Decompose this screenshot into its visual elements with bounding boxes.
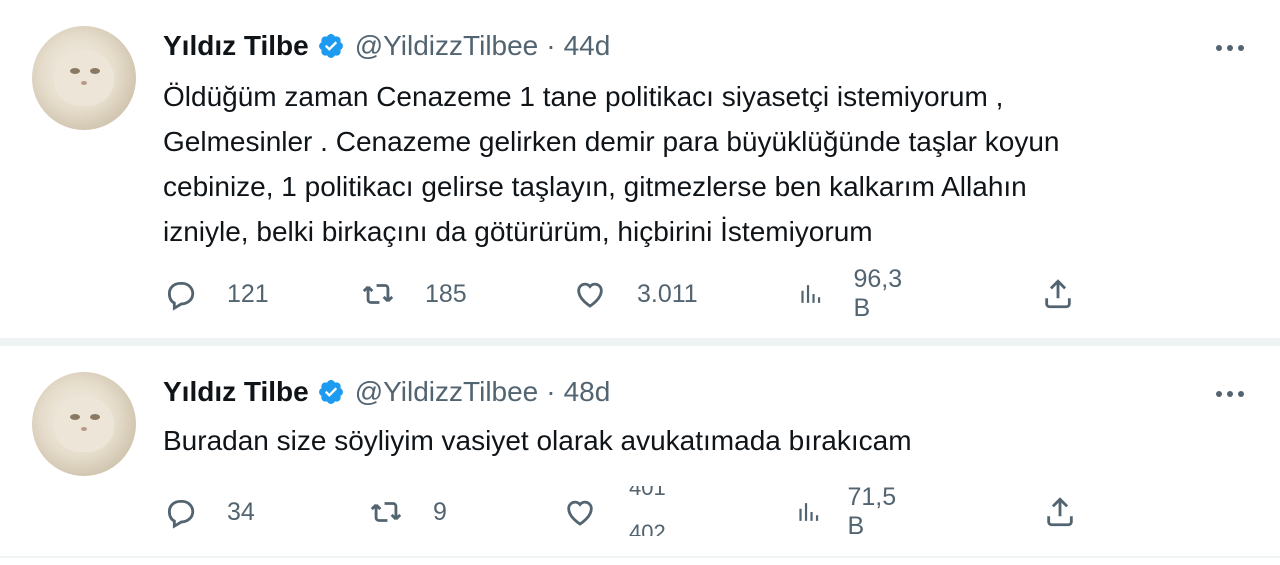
tweet-header: Yıldız Tilbe @YildizzTilbee · 44d — [163, 28, 610, 64]
verified-badge-icon — [318, 380, 343, 404]
reply-button[interactable]: 121 — [163, 274, 269, 314]
reply-count: 34 — [227, 497, 255, 526]
tweet-text-line: cebinize, 1 politikacı gelirse taşlayın,… — [163, 171, 1027, 202]
reply-button[interactable]: 34 — [163, 492, 255, 532]
tweet-text: Öldüğüm zaman Cenazeme 1 tane politikacı… — [163, 74, 1253, 254]
more-icon[interactable] — [1210, 38, 1250, 58]
share-icon — [1047, 497, 1073, 527]
retweet-icon — [362, 284, 394, 304]
like-button[interactable]: 401 402 — [563, 486, 713, 536]
share-icon — [1045, 279, 1071, 309]
tweet-text-line: Öldüğüm zaman Cenazeme 1 tane politikacı… — [163, 81, 1004, 112]
display-name[interactable]: Yıldız Tilbe — [163, 376, 309, 408]
reply-icon — [167, 281, 195, 311]
handle[interactable]: @YildizzTilbee — [355, 376, 539, 408]
views-icon — [799, 503, 819, 521]
separator: · — [546, 376, 556, 407]
retweet-button[interactable]: 9 — [369, 492, 447, 532]
views-count: 96,3 B — [853, 265, 903, 322]
retweet-count: 9 — [433, 497, 447, 526]
display-name[interactable]: Yıldız Tilbe — [163, 30, 309, 62]
reply-icon — [167, 499, 195, 529]
avatar[interactable] — [32, 372, 136, 476]
timestamp[interactable]: 48d — [564, 376, 611, 408]
timestamp[interactable]: 44d — [564, 30, 611, 62]
like-count-new: 402 — [629, 522, 666, 536]
tweet-text: Buradan size söyliyim vasiyet olarak avu… — [163, 418, 1253, 463]
like-count: 3.011 — [637, 279, 698, 308]
like-icon — [577, 282, 603, 308]
like-icon — [567, 500, 593, 526]
views-button[interactable]: 96,3 B — [797, 265, 910, 322]
tweet[interactable]: Yıldız Tilbe @YildizzTilbee · 48d Burada… — [0, 346, 1280, 565]
share-button[interactable] — [1043, 492, 1077, 532]
views-count: 71,5 B — [847, 483, 897, 540]
views-button[interactable]: 71,5 B — [795, 483, 904, 540]
more-icon[interactable] — [1210, 384, 1250, 404]
retweet-count: 185 — [425, 279, 467, 308]
separator: · — [546, 30, 556, 61]
bottom-divider — [0, 556, 1280, 558]
avatar[interactable] — [32, 26, 136, 130]
like-button[interactable]: 3.011 — [573, 274, 698, 314]
tweet-text-line: Buradan size söyliyim vasiyet olarak avu… — [163, 425, 912, 456]
handle[interactable]: @YildizzTilbee — [355, 30, 539, 62]
verified-badge-icon — [318, 34, 343, 58]
retweet-button[interactable]: 185 — [361, 274, 467, 314]
reply-count: 121 — [227, 279, 269, 308]
views-icon — [801, 285, 821, 303]
like-count-old: 401 — [629, 486, 666, 500]
tweet-text-line: Gelmesinler . Cenazeme gelirken demir pa… — [163, 126, 1060, 157]
tweet-header: Yıldız Tilbe @YildizzTilbee · 48d — [163, 374, 610, 410]
tweet-divider — [0, 338, 1280, 346]
tweet[interactable]: Yıldız Tilbe @YildizzTilbee · 44d Öldüğü… — [0, 0, 1280, 338]
tweet-text-line: izniyle, belki birkaçını da götürürüm, h… — [163, 216, 873, 247]
share-button[interactable] — [1041, 274, 1075, 314]
retweet-icon — [370, 502, 402, 522]
